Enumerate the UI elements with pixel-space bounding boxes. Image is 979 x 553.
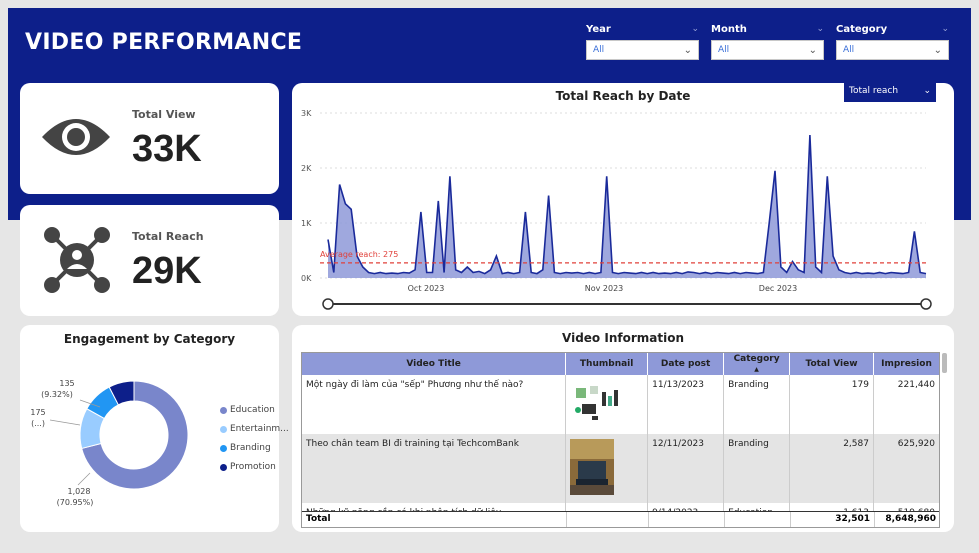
total-reach-value: 29K xyxy=(132,250,202,292)
legend-label: Branding xyxy=(230,443,271,453)
total-reach-card: Total Reach 29K xyxy=(20,205,279,316)
legend-dot xyxy=(220,425,227,433)
column-header-video-title[interactable]: Video Title xyxy=(302,353,567,375)
legend-item-branding[interactable]: Branding xyxy=(220,443,271,453)
table-scrollbar[interactable] xyxy=(942,353,947,373)
legend-dot xyxy=(220,463,227,471)
legend-dot xyxy=(220,444,227,452)
cell-impression: 625,920 xyxy=(873,434,939,503)
page-title: VIDEO PERFORMANCE xyxy=(25,30,303,55)
leader-line xyxy=(49,419,81,426)
slider-handle-start[interactable] xyxy=(322,298,334,310)
table-row[interactable]: Một ngày đi làm của "sếp" Phương như thế… xyxy=(302,375,939,434)
total-reach-label: Total Reach xyxy=(132,230,204,243)
month-value: All xyxy=(718,45,730,55)
slider-handle-end[interactable] xyxy=(920,298,932,310)
year-dropdown[interactable]: All ⌄ xyxy=(586,40,699,60)
chevron-down-icon[interactable]: ⌄ xyxy=(816,24,824,35)
data-label: 1,028 xyxy=(68,487,91,496)
table-total-row: Total 32,501 8,648,960 xyxy=(302,511,939,527)
total-category-cell xyxy=(724,512,790,527)
cell-date: 11/13/2023 xyxy=(647,375,725,434)
category-slicer[interactable]: Category ⌄ All ⌄ xyxy=(836,24,949,60)
legend-dot xyxy=(220,406,227,414)
y-tick-label: 1K xyxy=(301,219,312,228)
year-value: All xyxy=(593,45,605,55)
column-header-impression[interactable]: Impresion xyxy=(873,353,939,375)
chevron-down-icon: ⌄ xyxy=(808,44,817,56)
total-impressions: 8,648,960 xyxy=(874,512,939,527)
y-tick-label: 3K xyxy=(301,109,312,118)
eye-icon xyxy=(42,119,110,155)
data-label: (9.32%) xyxy=(41,390,73,399)
legend-item-education[interactable]: Education xyxy=(220,405,275,415)
column-header-date-post[interactable]: Date post xyxy=(647,353,725,375)
chevron-down-icon: ⌄ xyxy=(933,44,942,56)
cell-total-view: 179 xyxy=(789,375,874,434)
y-tick-label: 2K xyxy=(301,164,312,173)
category-dropdown[interactable]: All ⌄ xyxy=(836,40,949,60)
cell-video-title: Theo chân team BI đi training tại Techco… xyxy=(302,434,567,503)
data-label: (...) xyxy=(31,419,45,428)
data-label: 175 xyxy=(30,408,45,417)
total-thumbnail-cell xyxy=(566,512,648,527)
column-header-label: Category xyxy=(733,354,780,364)
data-label: (70.95%) xyxy=(57,498,94,507)
column-header-category[interactable]: Category ▲ xyxy=(723,353,791,375)
cell-thumbnail xyxy=(565,434,649,503)
column-header-total-view[interactable]: Total View xyxy=(789,353,874,375)
month-slicer[interactable]: Month ⌄ All ⌄ xyxy=(711,24,824,60)
legend-item-entertainment[interactable]: Entertainm... xyxy=(220,424,289,434)
thumbnail-image xyxy=(570,380,621,426)
video-info-card: Video Information Video Title Thumbnail … xyxy=(292,325,954,532)
year-slicer-label: Year xyxy=(586,24,611,35)
y-tick-label: 0K xyxy=(301,274,312,283)
column-header-thumbnail[interactable]: Thumbnail xyxy=(565,353,649,375)
video-table: Video Title Thumbnail Date post Category… xyxy=(302,353,939,523)
chevron-down-icon[interactable]: ⌄ xyxy=(691,24,699,35)
legend-item-promotion[interactable]: Promotion xyxy=(220,462,276,472)
network-user-icon xyxy=(44,227,110,293)
data-label: 135 xyxy=(59,379,74,388)
video-table-container: Video Title Thumbnail Date post Category… xyxy=(301,352,940,528)
total-view-value: 33K xyxy=(132,128,202,170)
cell-category: Branding xyxy=(723,375,791,434)
chevron-down-icon: ⌄ xyxy=(683,44,692,56)
average-reach-label: Average reach: 275 xyxy=(320,250,398,259)
year-slicer[interactable]: Year ⌄ All ⌄ xyxy=(586,24,699,60)
month-slicer-label: Month xyxy=(711,24,747,35)
video-info-title: Video Information xyxy=(562,331,684,345)
month-dropdown[interactable]: All ⌄ xyxy=(711,40,824,60)
x-tick-label: Nov 2023 xyxy=(585,284,624,293)
category-value: All xyxy=(843,45,855,55)
category-slicer-label: Category xyxy=(836,24,888,35)
cell-thumbnail xyxy=(565,375,649,434)
total-date-cell xyxy=(648,512,724,527)
x-tick-label: Oct 2023 xyxy=(408,284,445,293)
total-label: Total xyxy=(306,514,331,524)
cell-impression: 221,440 xyxy=(873,375,939,434)
engagement-card: Engagement by Category 135 (9.32%) 175 (… xyxy=(20,325,289,532)
cell-category: Branding xyxy=(723,434,791,503)
legend-label: Promotion xyxy=(230,462,276,472)
reach-chart-card: Total Reach by Date Total reach ⌄ 3K 2K … xyxy=(292,83,954,316)
thumbnail-image xyxy=(570,439,615,495)
legend-label: Education xyxy=(230,405,275,415)
total-view-card: Total View 33K xyxy=(20,83,279,194)
cell-total-view: 2,587 xyxy=(789,434,874,503)
total-view-label: Total View xyxy=(132,108,196,121)
leader-line xyxy=(77,472,91,486)
cell-date: 12/11/2023 xyxy=(647,434,725,503)
sort-ascending-icon: ▲ xyxy=(754,366,759,373)
legend-label: Entertainm... xyxy=(230,424,289,434)
reach-area xyxy=(328,135,926,278)
cell-video-title: Một ngày đi làm của "sếp" Phương như thế… xyxy=(302,375,567,434)
chevron-down-icon[interactable]: ⌄ xyxy=(941,24,949,35)
reach-area-chart[interactable]: 3K 2K 1K 0K Oct 2023 Nov 2023 Dec 2023 A… xyxy=(292,83,954,316)
x-tick-label: Dec 2023 xyxy=(759,284,797,293)
table-row[interactable]: Theo chân team BI đi training tại Techco… xyxy=(302,434,939,503)
total-views: 32,501 xyxy=(790,512,874,527)
